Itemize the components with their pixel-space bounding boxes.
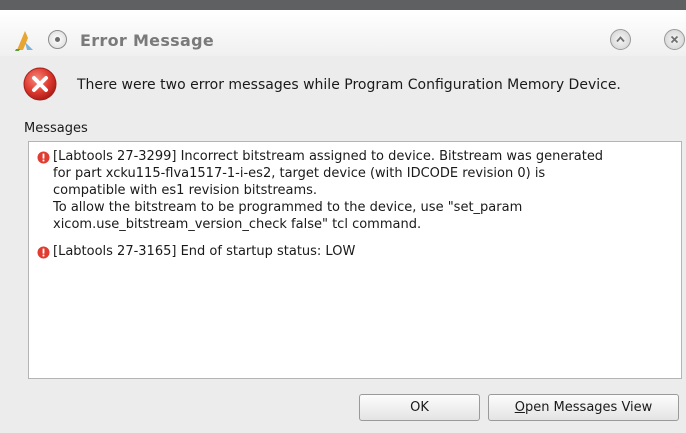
open-messages-view-mnemonic: O — [514, 400, 525, 415]
window-top-strip — [0, 0, 686, 10]
window-title: Error Message — [80, 31, 214, 50]
message-line: [Labtools 27-3165] End of startup status… — [53, 244, 356, 259]
list-item[interactable]: [Labtools 27-3299] Incorrect bitstream a… — [37, 148, 677, 238]
message-line: [Labtools 27-3299] Incorrect bitstream a… — [53, 149, 604, 164]
messages-list[interactable]: [Labtools 27-3299] Incorrect bitstream a… — [28, 141, 682, 379]
message-line: compatible with es1 revision bitstreams. — [53, 183, 318, 198]
open-messages-view-button[interactable]: Open Messages View — [488, 394, 679, 421]
window-menu-icon[interactable] — [48, 30, 67, 49]
error-icon — [37, 151, 50, 164]
list-item[interactable]: [Labtools 27-3165] End of startup status… — [37, 243, 677, 263]
summary-text: There were two error messages while Prog… — [77, 77, 621, 93]
error-icon — [37, 246, 50, 259]
close-icon[interactable] — [664, 29, 685, 50]
error-icon — [23, 67, 57, 101]
vivado-logo-icon — [15, 31, 33, 51]
message-line: To allow the bitstream to be programmed … — [53, 200, 523, 215]
maximize-icon[interactable] — [610, 29, 631, 50]
ok-button-label: OK — [410, 400, 429, 415]
open-messages-view-label: pen Messages View — [524, 400, 653, 415]
ok-button[interactable]: OK — [359, 394, 480, 421]
title-bar[interactable]: Error Message — [0, 10, 686, 56]
message-line: for part xcku115-flva1517-1-i-es2, targe… — [53, 166, 546, 181]
messages-label: Messages — [24, 121, 88, 136]
error-dialog: Error Message There were two error messa… — [0, 0, 686, 433]
message-line: xicom.use_bitstream_version_check false"… — [53, 217, 422, 232]
